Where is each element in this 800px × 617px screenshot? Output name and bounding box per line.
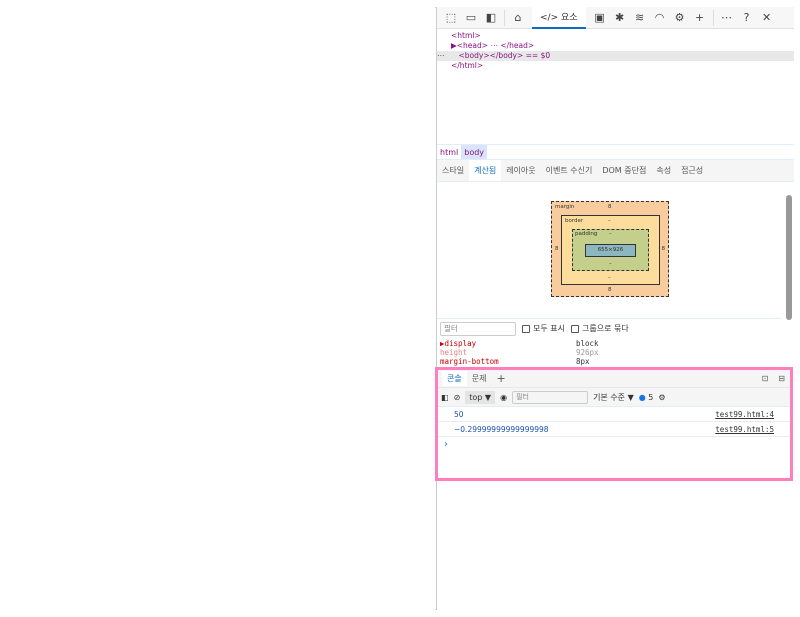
breadcrumb: html body [437, 144, 794, 160]
home-icon[interactable]: ⌂ [508, 8, 528, 28]
add-tab-icon[interactable]: + [491, 370, 510, 387]
console-filter-input[interactable]: 필터 [512, 390, 589, 404]
tab-issues[interactable]: 문제 [467, 371, 492, 386]
close-icon[interactable]: ✕ [757, 8, 777, 28]
devtools-toolbar: ⬚ ▭ ◧ ⌂ </> 요소 ▣ ✱ ≋ ◠ ⚙ + ⋯ ? ✕ [437, 6, 794, 29]
property-row[interactable]: height 926px [440, 348, 782, 357]
computed-filter-input[interactable]: 필터 [440, 321, 516, 336]
group-label: 그룹으로 묶다 [581, 324, 629, 333]
box-model-padding: padding – – 655×926 [572, 229, 649, 271]
console-toolbar: ◧ ⊘ top ▼ ◉ 필터 기본 수준 ▼ ● 5 ⚙ [438, 387, 790, 407]
group-checkbox[interactable]: 그룹으로 묶다 [570, 323, 629, 334]
margin-left: 8 [555, 246, 559, 252]
property-value: 926px [576, 348, 599, 357]
console-icon[interactable]: ▣ [590, 8, 610, 28]
more-icon[interactable]: ⋯ [717, 8, 737, 28]
source-link[interactable]: test99.html:5 [715, 425, 774, 434]
sidebar-toggle-icon[interactable]: ◧ [441, 393, 449, 402]
message-count-badge[interactable]: ● 5 [639, 393, 654, 402]
breadcrumb-body[interactable]: body [461, 145, 488, 159]
margin-label: margin [555, 204, 575, 210]
dom-node-body[interactable]: <body></body> == $0 [459, 51, 551, 60]
divider [712, 9, 714, 26]
gear-chip-icon[interactable]: ⚙ [670, 8, 690, 28]
message-count: 5 [648, 392, 654, 402]
dom-tree: <html> ▶<head> ⋯ </head> ⋯ <body></body> … [437, 29, 794, 71]
divider [504, 9, 505, 26]
undock-drawer-icon[interactable]: ⊡ [757, 372, 774, 385]
padding-bottom: – [609, 261, 612, 267]
scrollbar[interactable] [786, 187, 792, 359]
box-model-border: border – – padding – – 655×926 [561, 215, 660, 285]
tab-console[interactable]: 콘솔 [442, 371, 467, 386]
inspect-icon[interactable]: ⬚ [441, 8, 461, 28]
property-row[interactable]: margin-bottom 8px [440, 357, 782, 366]
border-top: – [608, 218, 611, 224]
tab-layout[interactable]: 레이아웃 [501, 160, 540, 181]
console-drawer: 콘솔 문제 + ⊡ ⊟ ◧ ⊘ top ▼ ◉ 필터 기본 수준 ▼ ● 5 ⚙… [435, 367, 793, 481]
scrollbar-thumb[interactable] [786, 195, 792, 320]
clear-console-icon[interactable]: ⊘ [454, 393, 461, 402]
more-icon[interactable]: ⋯ [437, 51, 445, 60]
message-text: −0.29999999999999998 [454, 424, 549, 434]
tab-properties[interactable]: 속성 [651, 160, 676, 181]
tab-styles[interactable]: 스타일 [437, 160, 469, 181]
computed-properties: ▶display block height 926px margin-bottom 8… [440, 339, 782, 366]
tab-event-listeners[interactable]: 이벤트 수신기 [541, 160, 598, 181]
show-all-checkbox[interactable]: 모두 표시 [522, 323, 565, 334]
device-emulation-icon[interactable]: ▭ [461, 8, 481, 28]
margin-bottom: 8 [608, 287, 612, 293]
tab-accessibility[interactable]: 접근성 [676, 160, 708, 181]
margin-top: 8 [608, 204, 612, 210]
help-icon[interactable]: ? [737, 8, 757, 28]
property-name: ▶display [440, 339, 477, 348]
elements-subtabs: 스타일 계산됨 레이아웃 이벤트 수신기 DOM 중단점 속성 접근성 [437, 160, 794, 182]
property-value: block [576, 339, 599, 348]
padding-label: padding [575, 231, 598, 237]
console-prompt[interactable]: › [438, 437, 790, 452]
dock-icon[interactable]: ◧ [481, 8, 501, 28]
console-message: 50 test99.html:4 [438, 407, 790, 422]
performance-icon[interactable]: ◠ [650, 8, 670, 28]
property-row[interactable]: ▶display block [440, 339, 782, 348]
wifi-icon[interactable]: ≋ [630, 8, 650, 28]
box-model-margin: margin 8 8 8 8 border – – padding – – 65… [551, 201, 669, 297]
box-model-content: 655×926 [585, 244, 636, 257]
plus-icon[interactable]: + [690, 8, 710, 28]
drawer-layout-icon[interactable]: ⊟ [773, 372, 790, 385]
breadcrumb-html[interactable]: html [437, 145, 461, 159]
bug-icon[interactable]: ✱ [610, 8, 630, 28]
context-select[interactable]: top ▼ [465, 390, 496, 404]
show-all-label: 모두 표시 [533, 324, 565, 333]
tab-elements[interactable]: </> 요소 [532, 6, 586, 29]
border-label: border [565, 218, 584, 224]
tab-computed[interactable]: 계산됨 [469, 160, 502, 181]
dom-node[interactable]: </html> [437, 61, 794, 71]
page-viewport [7, 7, 435, 610]
property-name: height [440, 348, 468, 357]
dom-node[interactable]: <html> [437, 31, 794, 41]
property-name: margin-bottom [440, 357, 499, 366]
margin-right: 8 [661, 246, 666, 252]
log-level-select[interactable]: 기본 수준 ▼ [593, 392, 634, 403]
live-expression-eye-icon[interactable]: ◉ [500, 393, 507, 402]
padding-top: – [609, 231, 612, 237]
message-text: 50 [454, 409, 464, 419]
property-value: 8px [576, 357, 590, 366]
tab-dom-breakpoints[interactable]: DOM 중단점 [597, 160, 651, 181]
source-link[interactable]: test99.html:4 [715, 410, 774, 419]
dom-node[interactable]: ▶<head> ⋯ </head> [437, 41, 794, 51]
devtools-panel: ⬚ ▭ ◧ ⌂ </> 요소 ▣ ✱ ≋ ◠ ⚙ + ⋯ ? ✕ <html> … [435, 6, 794, 610]
border-bottom: – [608, 275, 611, 281]
drawer-tabs: 콘솔 문제 + ⊡ ⊟ [438, 370, 790, 387]
dom-node-selected[interactable]: ⋯ <body></body> == $0 [437, 51, 794, 61]
console-settings-icon[interactable]: ⚙ [658, 393, 665, 402]
console-message: −0.29999999999999998 test99.html:5 [438, 422, 790, 437]
computed-filter-row: 필터 모두 표시 그룹으로 묶다 [437, 318, 782, 338]
